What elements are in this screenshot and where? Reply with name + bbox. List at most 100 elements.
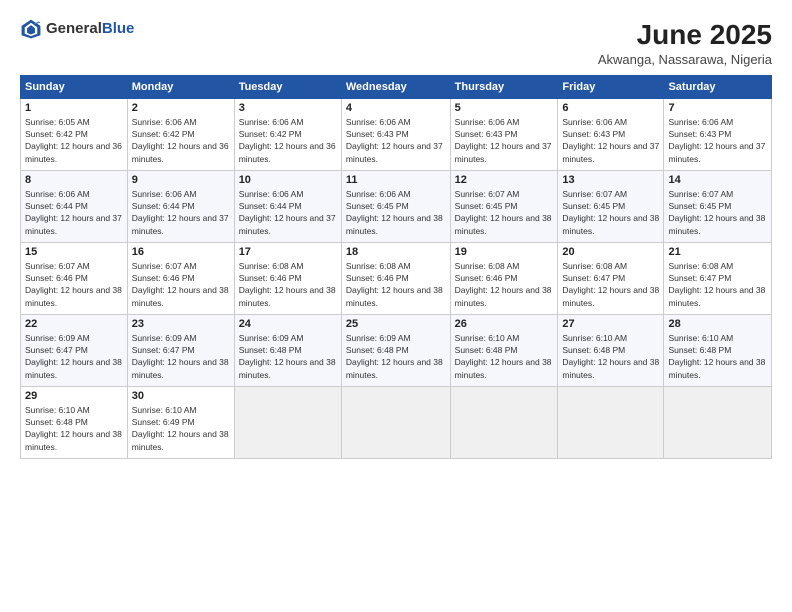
table-cell: 4Sunrise: 6:06 AM Sunset: 6:43 PM Daylig… xyxy=(341,98,450,170)
day-number: 29 xyxy=(25,390,123,402)
day-number: 3 xyxy=(239,102,337,114)
table-cell: 7Sunrise: 6:06 AM Sunset: 6:43 PM Daylig… xyxy=(664,98,772,170)
day-number: 21 xyxy=(668,246,767,258)
day-number: 15 xyxy=(25,246,123,258)
table-cell: 28 Sunrise: 6:10 AM Sunset: 6:48 PM Dayli… xyxy=(664,314,772,386)
table-cell: 30Sunrise: 6:10 AM Sunset: 6:49 PM Dayli… xyxy=(127,386,234,458)
day-info: Sunrise: 6:06 AM Sunset: 6:43 PM Dayligh… xyxy=(455,116,554,165)
day-info: Sunrise: 6:10 AM Sunset: 6:49 PM Dayligh… xyxy=(132,404,230,453)
table-cell: 11 Sunrise: 6:06 AM Sunset: 6:45 PM Dayli… xyxy=(341,170,450,242)
day-number: 2 xyxy=(132,102,230,114)
header: GeneralBlue June 2025 Akwanga, Nassarawa… xyxy=(20,18,772,67)
day-info: Sunrise: 6:09 AM Sunset: 6:47 PM Dayligh… xyxy=(25,332,123,381)
day-info: Sunrise: 6:08 AM Sunset: 6:46 PM Dayligh… xyxy=(239,260,337,309)
day-info: Sunrise: 6:06 AM Sunset: 6:42 PM Dayligh… xyxy=(132,116,230,165)
table-week-row: 22 Sunrise: 6:09 AM Sunset: 6:47 PM Dayli… xyxy=(21,314,772,386)
col-thursday: Thursday xyxy=(450,75,558,98)
day-info: Sunrise: 6:06 AM Sunset: 6:44 PM Dayligh… xyxy=(132,188,230,237)
day-info: Sunrise: 6:10 AM Sunset: 6:48 PM Dayligh… xyxy=(562,332,659,381)
day-info: Sunrise: 6:10 AM Sunset: 6:48 PM Dayligh… xyxy=(455,332,554,381)
calendar-subtitle: Akwanga, Nassarawa, Nigeria xyxy=(598,52,772,67)
day-info: Sunrise: 6:06 AM Sunset: 6:44 PM Dayligh… xyxy=(25,188,123,237)
day-info: Sunrise: 6:06 AM Sunset: 6:45 PM Dayligh… xyxy=(346,188,446,237)
day-number: 14 xyxy=(668,174,767,186)
day-info: Sunrise: 6:08 AM Sunset: 6:46 PM Dayligh… xyxy=(346,260,446,309)
logo-text: GeneralBlue xyxy=(46,21,134,38)
day-info: Sunrise: 6:08 AM Sunset: 6:46 PM Dayligh… xyxy=(455,260,554,309)
table-cell xyxy=(558,386,664,458)
day-number: 28 xyxy=(668,318,767,330)
day-number: 23 xyxy=(132,318,230,330)
day-number: 5 xyxy=(455,102,554,114)
table-cell: 29Sunrise: 6:10 AM Sunset: 6:48 PM Dayli… xyxy=(21,386,128,458)
table-cell: 22 Sunrise: 6:09 AM Sunset: 6:47 PM Dayli… xyxy=(21,314,128,386)
day-number: 13 xyxy=(562,174,659,186)
table-cell: 10 Sunrise: 6:06 AM Sunset: 6:44 PM Dayli… xyxy=(234,170,341,242)
day-info: Sunrise: 6:07 AM Sunset: 6:45 PM Dayligh… xyxy=(455,188,554,237)
title-block: June 2025 Akwanga, Nassarawa, Nigeria xyxy=(598,18,772,67)
table-cell: 21 Sunrise: 6:08 AM Sunset: 6:47 PM Dayli… xyxy=(664,242,772,314)
day-number: 1 xyxy=(25,102,123,114)
day-info: Sunrise: 6:07 AM Sunset: 6:46 PM Dayligh… xyxy=(25,260,123,309)
table-week-row: 1 Sunrise: 6:05 AM Sunset: 6:42 PM Daylig… xyxy=(21,98,772,170)
day-number: 22 xyxy=(25,318,123,330)
calendar-page: GeneralBlue June 2025 Akwanga, Nassarawa… xyxy=(0,0,792,612)
table-cell: 14 Sunrise: 6:07 AM Sunset: 6:45 PM Dayli… xyxy=(664,170,772,242)
day-info: Sunrise: 6:06 AM Sunset: 6:43 PM Dayligh… xyxy=(346,116,446,165)
table-cell xyxy=(341,386,450,458)
day-number: 9 xyxy=(132,174,230,186)
day-number: 19 xyxy=(455,246,554,258)
table-week-row: 8 Sunrise: 6:06 AM Sunset: 6:44 PM Daylig… xyxy=(21,170,772,242)
table-cell: 3 Sunrise: 6:06 AM Sunset: 6:42 PM Daylig… xyxy=(234,98,341,170)
table-cell: 2 Sunrise: 6:06 AM Sunset: 6:42 PM Daylig… xyxy=(127,98,234,170)
table-header-row: Sunday Monday Tuesday Wednesday Thursday… xyxy=(21,75,772,98)
day-number: 20 xyxy=(562,246,659,258)
day-number: 24 xyxy=(239,318,337,330)
logo-blue: Blue xyxy=(102,21,135,38)
logo-icon xyxy=(20,18,42,40)
table-cell: 19 Sunrise: 6:08 AM Sunset: 6:46 PM Dayli… xyxy=(450,242,558,314)
day-info: Sunrise: 6:05 AM Sunset: 6:42 PM Dayligh… xyxy=(25,116,123,165)
day-info: Sunrise: 6:07 AM Sunset: 6:45 PM Dayligh… xyxy=(562,188,659,237)
table-cell xyxy=(234,386,341,458)
table-cell: 5 Sunrise: 6:06 AM Sunset: 6:43 PM Daylig… xyxy=(450,98,558,170)
logo-general: General xyxy=(46,21,102,38)
table-cell: 24 Sunrise: 6:09 AM Sunset: 6:48 PM Dayli… xyxy=(234,314,341,386)
col-wednesday: Wednesday xyxy=(341,75,450,98)
table-cell: 12Sunrise: 6:07 AM Sunset: 6:45 PM Dayli… xyxy=(450,170,558,242)
table-week-row: 29Sunrise: 6:10 AM Sunset: 6:48 PM Dayli… xyxy=(21,386,772,458)
day-info: Sunrise: 6:06 AM Sunset: 6:43 PM Dayligh… xyxy=(668,116,767,165)
day-info: Sunrise: 6:07 AM Sunset: 6:45 PM Dayligh… xyxy=(668,188,767,237)
day-info: Sunrise: 6:09 AM Sunset: 6:47 PM Dayligh… xyxy=(132,332,230,381)
day-info: Sunrise: 6:07 AM Sunset: 6:46 PM Dayligh… xyxy=(132,260,230,309)
day-info: Sunrise: 6:06 AM Sunset: 6:42 PM Dayligh… xyxy=(239,116,337,165)
table-cell: 25Sunrise: 6:09 AM Sunset: 6:48 PM Dayli… xyxy=(341,314,450,386)
day-number: 25 xyxy=(346,318,446,330)
table-cell: 20 Sunrise: 6:08 AM Sunset: 6:47 PM Dayli… xyxy=(558,242,664,314)
col-friday: Friday xyxy=(558,75,664,98)
table-cell: 27Sunrise: 6:10 AM Sunset: 6:48 PM Dayli… xyxy=(558,314,664,386)
table-cell: 8 Sunrise: 6:06 AM Sunset: 6:44 PM Daylig… xyxy=(21,170,128,242)
table-cell: 15 Sunrise: 6:07 AM Sunset: 6:46 PM Dayli… xyxy=(21,242,128,314)
table-cell: 26Sunrise: 6:10 AM Sunset: 6:48 PM Dayli… xyxy=(450,314,558,386)
table-cell: 16Sunrise: 6:07 AM Sunset: 6:46 PM Dayli… xyxy=(127,242,234,314)
col-tuesday: Tuesday xyxy=(234,75,341,98)
day-info: Sunrise: 6:06 AM Sunset: 6:44 PM Dayligh… xyxy=(239,188,337,237)
table-cell: 1 Sunrise: 6:05 AM Sunset: 6:42 PM Daylig… xyxy=(21,98,128,170)
day-info: Sunrise: 6:08 AM Sunset: 6:47 PM Dayligh… xyxy=(668,260,767,309)
table-cell: 9 Sunrise: 6:06 AM Sunset: 6:44 PM Daylig… xyxy=(127,170,234,242)
day-info: Sunrise: 6:10 AM Sunset: 6:48 PM Dayligh… xyxy=(668,332,767,381)
col-monday: Monday xyxy=(127,75,234,98)
col-saturday: Saturday xyxy=(664,75,772,98)
table-cell xyxy=(664,386,772,458)
table-cell: 18Sunrise: 6:08 AM Sunset: 6:46 PM Dayli… xyxy=(341,242,450,314)
day-number: 10 xyxy=(239,174,337,186)
day-info: Sunrise: 6:09 AM Sunset: 6:48 PM Dayligh… xyxy=(239,332,337,381)
day-number: 8 xyxy=(25,174,123,186)
table-cell: 23 Sunrise: 6:09 AM Sunset: 6:47 PM Dayli… xyxy=(127,314,234,386)
table-week-row: 15 Sunrise: 6:07 AM Sunset: 6:46 PM Dayli… xyxy=(21,242,772,314)
calendar-title: June 2025 xyxy=(598,18,772,52)
day-info: Sunrise: 6:08 AM Sunset: 6:47 PM Dayligh… xyxy=(562,260,659,309)
day-number: 11 xyxy=(346,174,446,186)
day-number: 17 xyxy=(239,246,337,258)
